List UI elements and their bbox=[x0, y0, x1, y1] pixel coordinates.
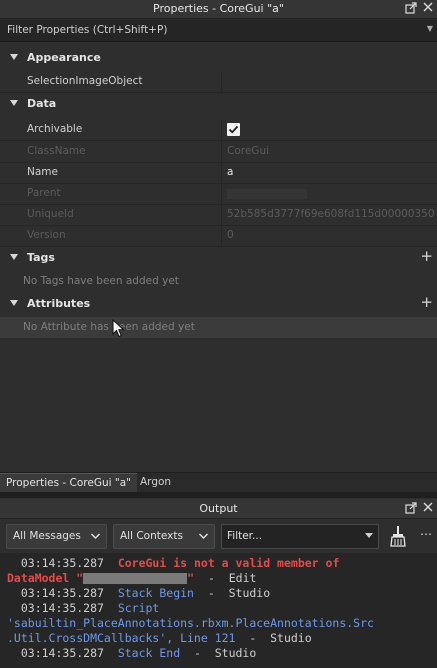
filter-placeholder: Filter... bbox=[227, 530, 263, 542]
close-icon[interactable] bbox=[421, 2, 435, 16]
tags-empty-row: No Tags have been added yet bbox=[0, 271, 437, 292]
collapse-triangle-icon[interactable] bbox=[10, 254, 18, 260]
add-tag-icon[interactable]: + bbox=[420, 248, 433, 265]
property-row-parent[interactable]: Parent bbox=[0, 183, 437, 205]
property-name: Archivable bbox=[27, 123, 83, 135]
property-row-name[interactable]: Name a bbox=[0, 162, 437, 184]
column-divider bbox=[221, 183, 222, 204]
collapse-triangle-icon[interactable] bbox=[10, 100, 18, 106]
undock-icon[interactable] bbox=[404, 2, 418, 16]
more-options-icon[interactable]: ⋯ bbox=[420, 527, 432, 541]
name-value-field[interactable]: a bbox=[227, 166, 233, 178]
dropdown-label: All Messages bbox=[13, 530, 81, 542]
output-log[interactable]: 03:14:35.287 CoreGui is not a valid memb… bbox=[0, 553, 437, 668]
property-name: Parent bbox=[27, 187, 61, 199]
undock-icon[interactable] bbox=[404, 502, 418, 516]
section-label: Attributes bbox=[27, 297, 91, 310]
property-value: 0 bbox=[227, 229, 234, 241]
filter-properties-input[interactable]: Filter Properties (Ctrl+Shift+P) ▼ bbox=[0, 20, 437, 42]
column-divider bbox=[221, 141, 222, 162]
all-contexts-dropdown[interactable]: All Contexts bbox=[113, 524, 215, 549]
property-row-selectionimageobject[interactable]: SelectionImageObject bbox=[0, 71, 437, 93]
panel-tabs: Properties - CoreGui "a" Argon bbox=[0, 472, 437, 493]
column-divider bbox=[221, 71, 222, 92]
log-line: 03:14:35.287 CoreGui is not a valid memb… bbox=[20, 556, 340, 570]
output-toolbar: All Messages All Contexts Filter... ⋯ bbox=[0, 519, 437, 552]
panel-divider[interactable] bbox=[0, 492, 437, 498]
collapse-triangle-icon[interactable] bbox=[10, 300, 18, 306]
section-appearance[interactable]: Appearance bbox=[0, 48, 437, 69]
tab-argon[interactable]: Argon bbox=[134, 473, 177, 492]
log-line: 03:14:35.287 Script bbox=[20, 601, 160, 615]
log-line: .Util.CrossDMCallbacks', Line 121 - Stud… bbox=[7, 631, 312, 645]
properties-title: Properties - CoreGui "a" bbox=[153, 2, 284, 15]
filter-dropdown-icon[interactable] bbox=[365, 533, 373, 538]
property-value: 52b585d3777f69e608fd115d00000350 bbox=[227, 208, 435, 220]
filter-dropdown-icon[interactable]: ▼ bbox=[427, 24, 433, 33]
archivable-checkbox[interactable] bbox=[227, 123, 240, 136]
clear-output-broom-icon[interactable] bbox=[388, 525, 406, 547]
chevron-down-icon bbox=[90, 533, 101, 540]
collapse-triangle-icon[interactable] bbox=[10, 54, 18, 60]
properties-titlebar: Properties - CoreGui "a" bbox=[0, 0, 437, 19]
log-line: 03:14:35.287 Stack Begin - Studio bbox=[20, 586, 271, 600]
property-row-version[interactable]: Version 0 bbox=[0, 225, 437, 247]
dropdown-label: All Contexts bbox=[120, 530, 183, 542]
output-filter-input[interactable]: Filter... bbox=[221, 524, 379, 549]
column-divider bbox=[221, 162, 222, 183]
property-name: Name bbox=[27, 166, 58, 178]
column-divider bbox=[221, 225, 222, 246]
tab-properties[interactable]: Properties - CoreGui "a" bbox=[0, 473, 137, 493]
chevron-down-icon bbox=[198, 533, 209, 540]
output-title: Output bbox=[199, 502, 238, 515]
property-name: Version bbox=[27, 229, 66, 241]
log-line: 03:14:35.287 Stack End - Studio bbox=[20, 646, 257, 660]
log-line: DataModel " " - Edit bbox=[7, 571, 257, 585]
filter-placeholder: Filter Properties (Ctrl+Shift+P) bbox=[7, 24, 168, 36]
section-attributes[interactable]: Attributes + bbox=[0, 294, 437, 315]
column-divider bbox=[221, 204, 222, 225]
add-attribute-icon[interactable]: + bbox=[420, 294, 433, 311]
property-value: CoreGui bbox=[227, 145, 270, 157]
section-tags[interactable]: Tags + bbox=[0, 248, 437, 269]
property-row-classname[interactable]: ClassName CoreGui bbox=[0, 141, 437, 163]
section-label: Tags bbox=[27, 251, 55, 264]
redacted-value bbox=[227, 189, 307, 199]
property-name: SelectionImageObject bbox=[27, 75, 143, 87]
property-row-archivable[interactable]: Archivable bbox=[0, 119, 437, 141]
redacted-text bbox=[83, 573, 188, 584]
all-messages-dropdown[interactable]: All Messages bbox=[6, 524, 107, 549]
mouse-cursor-icon bbox=[112, 319, 125, 338]
section-label: Data bbox=[27, 97, 57, 110]
tags-empty-text: No Tags have been added yet bbox=[23, 275, 179, 287]
column-divider bbox=[221, 119, 222, 140]
attributes-empty-row: No Attribute has been added yet bbox=[0, 317, 437, 338]
section-data[interactable]: Data bbox=[0, 94, 437, 115]
close-icon[interactable] bbox=[421, 502, 435, 516]
property-name: ClassName bbox=[27, 145, 86, 157]
log-line: 'sabuiltin_PlaceAnnotations.rbxm.PlaceAn… bbox=[7, 616, 374, 630]
output-titlebar: Output bbox=[0, 499, 437, 519]
property-row-uniqueid[interactable]: UniqueId 52b585d3777f69e608fd115d0000035… bbox=[0, 204, 437, 226]
attributes-empty-text: No Attribute has been added yet bbox=[23, 321, 195, 333]
property-name: UniqueId bbox=[27, 208, 74, 220]
section-label: Appearance bbox=[27, 51, 101, 64]
